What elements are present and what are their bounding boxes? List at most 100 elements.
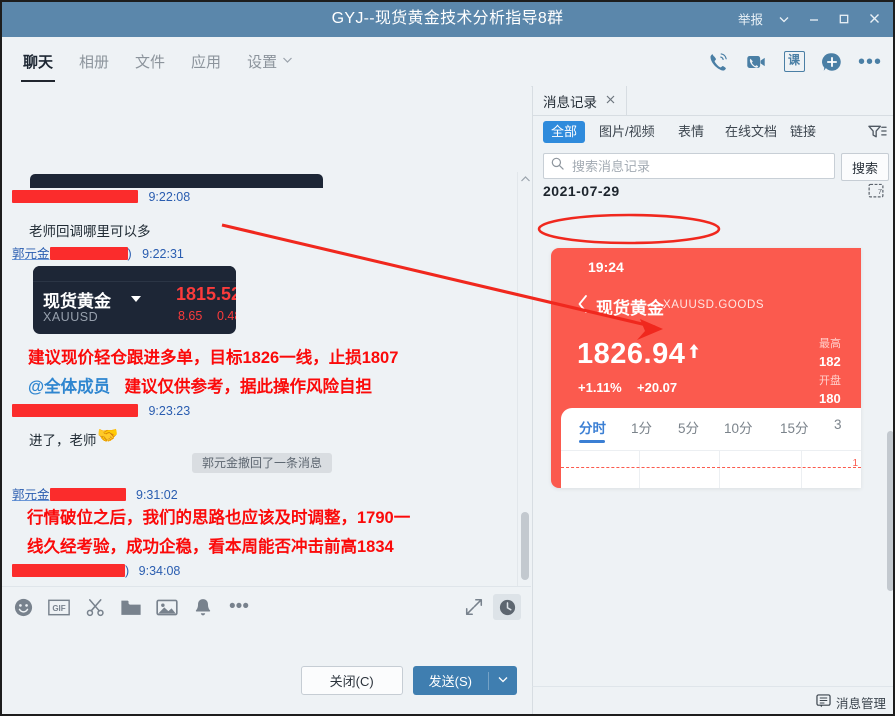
window-controls: 举报 bbox=[732, 0, 889, 37]
tab-message-history[interactable]: 消息记录 bbox=[533, 86, 627, 115]
search-button[interactable]: 搜索 bbox=[841, 153, 889, 181]
more-dots: ••• bbox=[857, 50, 882, 73]
more-icon[interactable]: ••• bbox=[857, 49, 883, 75]
stock-quote-card[interactable]: 现货黄金 XAUUSD 1815.52 8.65 0.48% bbox=[33, 266, 236, 334]
period-tab-30m[interactable]: 3 bbox=[834, 417, 842, 432]
stock-card-percent: 0.48% bbox=[217, 309, 236, 323]
grid-top-line bbox=[561, 450, 861, 451]
chevron-down-icon bbox=[282, 56, 293, 67]
video-call-icon[interactable] bbox=[743, 49, 769, 75]
chevron-left-icon[interactable] bbox=[577, 294, 589, 320]
period-tab-timeline[interactable]: 分时 bbox=[579, 417, 606, 437]
sender-nickname[interactable]: 郭元金 bbox=[12, 488, 50, 502]
stock-card-change: 8.65 bbox=[178, 309, 203, 323]
redacted-nickname bbox=[12, 564, 125, 577]
caret-down-icon bbox=[131, 296, 141, 302]
redacted-nickname bbox=[12, 404, 138, 417]
filter-all[interactable]: 全部 bbox=[543, 121, 586, 143]
stock-card-price: 1815.52 bbox=[176, 284, 236, 304]
filter-link[interactable]: 链接 bbox=[782, 121, 824, 143]
period-tab-5m[interactable]: 5分 bbox=[678, 417, 699, 437]
gif-icon[interactable]: GIF bbox=[46, 594, 72, 620]
filter-emoji[interactable]: 表情 bbox=[670, 121, 712, 143]
send-button-label: 发送(S) bbox=[428, 674, 472, 689]
stock-card-name: 现货黄金 bbox=[43, 292, 111, 311]
phone-call-icon[interactable] bbox=[705, 49, 731, 75]
search-input[interactable] bbox=[570, 157, 810, 175]
tab-settings[interactable]: 设置 bbox=[234, 37, 306, 86]
quote-card-high: 最高 182 bbox=[819, 336, 861, 370]
chevron-down-icon[interactable] bbox=[769, 4, 799, 34]
chat-scrollbar[interactable] bbox=[517, 172, 531, 586]
prev-close-dashed-line bbox=[561, 467, 861, 468]
tab-album[interactable]: 相册 bbox=[66, 37, 122, 86]
calendar-icon[interactable]: 7 bbox=[868, 182, 884, 203]
quote-card-chart-sheet: 分时 1分 5分 10分 15分 3 1 bbox=[561, 408, 861, 488]
card-top-strip bbox=[33, 266, 236, 282]
quote-card-name: 现货黄金 bbox=[596, 299, 664, 318]
message-time: 9:34:08 bbox=[138, 564, 181, 578]
chat-scroll-content: 9:22:08 老师回调哪里可以多 郭元金) 9:22:31 现货黄金 XAUU… bbox=[0, 86, 515, 586]
tab-apps-label: 应用 bbox=[191, 54, 222, 71]
emoji-icon[interactable] bbox=[10, 594, 36, 620]
composer-tools: GIF ••• bbox=[10, 592, 252, 622]
grid-line bbox=[801, 450, 802, 488]
filter-online-doc[interactable]: 在线文档 bbox=[717, 121, 785, 143]
title-bar: GYJ--现货黄金技术分析指导8群 举报 bbox=[0, 0, 895, 37]
image-icon[interactable] bbox=[154, 594, 180, 620]
clipped-previous-card bbox=[30, 174, 323, 188]
history-scrollbar[interactable] bbox=[885, 86, 895, 686]
quote-card-symbol: XAUUSD.GOODS bbox=[663, 299, 765, 311]
bell-icon[interactable] bbox=[190, 594, 216, 620]
at-all-mention[interactable]: @全体成员 bbox=[28, 378, 110, 396]
class-icon[interactable]: 课 bbox=[781, 49, 807, 75]
history-clock-icon[interactable] bbox=[493, 594, 521, 620]
tab-files[interactable]: 文件 bbox=[122, 37, 178, 86]
screenshot-scissors-icon[interactable] bbox=[82, 594, 108, 620]
message-manage-button[interactable]: 消息管理 bbox=[816, 693, 886, 712]
redacted-nickname bbox=[49, 488, 126, 501]
more-icon[interactable]: ••• bbox=[226, 594, 252, 620]
quote-card-open-value: 180 bbox=[819, 391, 841, 406]
close-icon[interactable] bbox=[605, 93, 616, 108]
folder-icon[interactable] bbox=[118, 594, 144, 620]
arrow-up-icon bbox=[688, 343, 700, 364]
redacted-nickname bbox=[12, 190, 138, 203]
composer-buttons: 关闭(C) 发送(S) bbox=[300, 666, 517, 695]
message-header: 郭元金) 9:22:31 bbox=[12, 243, 184, 262]
close-button[interactable]: 关闭(C) bbox=[300, 666, 403, 695]
scroll-thumb[interactable] bbox=[521, 512, 529, 580]
nickname-suffix: ) bbox=[125, 564, 130, 578]
message-header: 9:23:23 bbox=[12, 404, 190, 418]
report-button[interactable]: 举报 bbox=[732, 4, 769, 34]
send-button[interactable]: 发送(S) bbox=[412, 666, 517, 695]
tab-chat[interactable]: 聊天 bbox=[10, 37, 66, 86]
tab-chat-label: 聊天 bbox=[23, 54, 54, 71]
minimize-icon[interactable] bbox=[799, 4, 829, 34]
add-icon[interactable] bbox=[819, 49, 845, 75]
sender-nickname[interactable]: 郭元金 bbox=[12, 247, 50, 261]
scroll-thumb[interactable] bbox=[887, 431, 894, 591]
period-tab-1m[interactable]: 1分 bbox=[631, 417, 652, 437]
close-icon[interactable] bbox=[859, 4, 889, 34]
quote-card-price: 1826.94 bbox=[577, 338, 686, 370]
scroll-up-icon[interactable] bbox=[519, 174, 531, 188]
period-tab-10m[interactable]: 10分 bbox=[724, 417, 753, 437]
maximize-icon[interactable] bbox=[829, 4, 859, 34]
expand-icon[interactable] bbox=[461, 594, 487, 620]
message-time: 9:22:31 bbox=[142, 247, 184, 261]
message-body: 老师回调哪里可以多 bbox=[29, 224, 151, 239]
period-active-underline bbox=[579, 440, 605, 443]
menu-bar: 聊天 相册 文件 应用 设置 课 ••• bbox=[0, 37, 895, 87]
search-input-wrapper[interactable] bbox=[543, 153, 835, 179]
analysis-line-2: 线久经考验，成功企稳，看本周能否冲击前高1834 bbox=[27, 538, 394, 556]
message-input[interactable] bbox=[0, 627, 531, 669]
chat-message-pane[interactable]: 9:22:08 老师回调哪里可以多 郭元金) 9:22:31 现货黄金 XAUU… bbox=[0, 86, 531, 586]
tab-apps[interactable]: 应用 bbox=[178, 37, 234, 86]
filter-image-video[interactable]: 图片/视频 bbox=[591, 121, 663, 143]
chevron-down-icon[interactable] bbox=[489, 675, 517, 686]
chat-toolbar-icons: 课 ••• bbox=[705, 37, 883, 86]
quote-card[interactable]: 19:24 现货黄金 XAUUSD.GOODS 1826.94 +1.11% +… bbox=[551, 248, 861, 488]
period-tab-15m[interactable]: 15分 bbox=[780, 417, 809, 437]
recall-notice: 郭元金撤回了一条消息 bbox=[192, 453, 333, 473]
